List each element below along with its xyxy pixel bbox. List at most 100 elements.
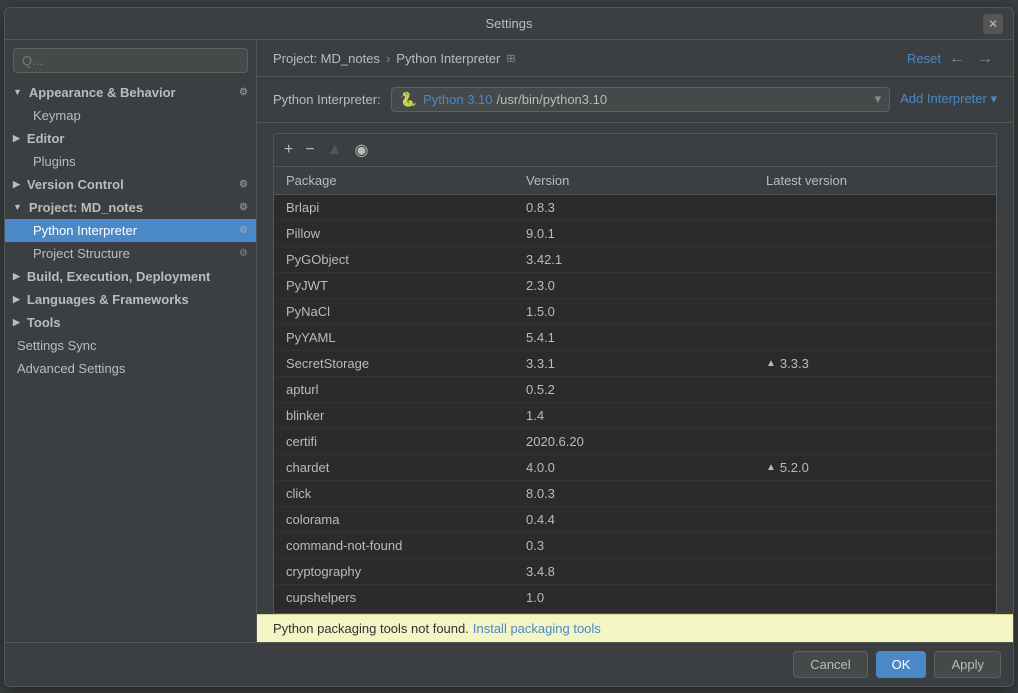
table-row[interactable]: dbus-python1.2.18▲ 1.3.2: [274, 611, 996, 613]
cell-latest: ▲ 5.2.0: [762, 457, 988, 478]
cell-version: 3.4.8: [522, 561, 762, 582]
cell-version: 4.0.0: [522, 457, 762, 478]
sidebar-item-plugins[interactable]: Plugins: [5, 150, 256, 173]
chevron-right-icon: ▶: [13, 179, 20, 190]
install-packaging-link[interactable]: Install packaging tools: [473, 621, 601, 636]
table-row[interactable]: PyNaCl1.5.0: [274, 299, 996, 325]
forward-button[interactable]: →: [973, 50, 997, 68]
apply-button[interactable]: Apply: [934, 651, 1001, 678]
main-panel: Project: MD_notes › Python Interpreter ⊞…: [257, 40, 1013, 642]
cell-version: 1.0: [522, 587, 762, 608]
cell-package: PyGObject: [282, 249, 522, 270]
sidebar-item-label: Languages & Frameworks: [27, 292, 189, 307]
dropdown-arrow-icon: ▾: [875, 91, 882, 107]
sidebar-item-settings-sync[interactable]: Settings Sync: [5, 334, 256, 357]
cell-package: blinker: [282, 405, 522, 426]
cell-version: 0.5.2: [522, 379, 762, 400]
ok-button[interactable]: OK: [876, 651, 927, 678]
search-input[interactable]: [13, 48, 248, 73]
table-row[interactable]: command-not-found0.3: [274, 533, 996, 559]
settings-icon: ⚙: [239, 225, 248, 236]
remove-package-button[interactable]: −: [301, 139, 318, 161]
table-row[interactable]: blinker1.4: [274, 403, 996, 429]
eye-button[interactable]: ◉: [351, 138, 373, 162]
cell-package: certifi: [282, 431, 522, 452]
cell-version: 2020.6.20: [522, 431, 762, 452]
reset-button[interactable]: Reset: [907, 51, 941, 66]
interpreter-select[interactable]: 🐍 Python 3.10 /usr/bin/python3.10 ▾: [391, 87, 890, 112]
sidebar-item-tools[interactable]: ▶ Tools: [5, 311, 256, 334]
chevron-down-icon: ▼: [13, 87, 22, 97]
table-body: Brlapi0.8.3Pillow9.0.1PyGObject3.42.1PyJ…: [274, 195, 996, 613]
package-table-area: + − ▲ ◉ Package Version Latest version B…: [273, 133, 997, 614]
cell-latest: [762, 223, 988, 244]
cell-package: PyYAML: [282, 327, 522, 348]
status-bar: Python packaging tools not found. Instal…: [257, 614, 1013, 642]
sidebar: ▼ Appearance & Behavior ⚙ Keymap ▶ Edito…: [5, 40, 257, 642]
nav-buttons: Reset ← →: [907, 50, 997, 68]
table-row[interactable]: apturl0.5.2: [274, 377, 996, 403]
cell-package: SecretStorage: [282, 353, 522, 374]
cell-package: Pillow: [282, 223, 522, 244]
col-package: Package: [282, 171, 522, 190]
add-package-button[interactable]: +: [280, 139, 297, 161]
cell-package: chardet: [282, 457, 522, 478]
sidebar-item-label: Tools: [27, 315, 61, 330]
table-row[interactable]: cupshelpers1.0: [274, 585, 996, 611]
sidebar-item-build[interactable]: ▶ Build, Execution, Deployment: [5, 265, 256, 288]
cell-version: 2.3.0: [522, 275, 762, 296]
pin-icon: ⊞: [506, 52, 515, 65]
table-row[interactable]: SecretStorage3.3.1▲ 3.3.3: [274, 351, 996, 377]
sidebar-item-appearance[interactable]: ▼ Appearance & Behavior ⚙: [5, 81, 256, 104]
interpreter-path: /usr/bin/python3.10: [497, 92, 608, 107]
table-row[interactable]: certifi2020.6.20: [274, 429, 996, 455]
table-row[interactable]: chardet4.0.0▲ 5.2.0: [274, 455, 996, 481]
cancel-button[interactable]: Cancel: [793, 651, 867, 678]
cell-package: cryptography: [282, 561, 522, 582]
back-button[interactable]: ←: [945, 50, 969, 68]
sidebar-item-languages[interactable]: ▶ Languages & Frameworks: [5, 288, 256, 311]
cell-package: colorama: [282, 509, 522, 530]
sidebar-item-label: Project Structure: [33, 246, 130, 261]
cell-version: 5.4.1: [522, 327, 762, 348]
table-row[interactable]: PyJWT2.3.0: [274, 273, 996, 299]
table-row[interactable]: PyGObject3.42.1: [274, 247, 996, 273]
up-package-button[interactable]: ▲: [323, 139, 347, 161]
cell-latest: [762, 197, 988, 218]
table-row[interactable]: PyYAML5.4.1: [274, 325, 996, 351]
table-row[interactable]: Brlapi0.8.3: [274, 195, 996, 221]
chevron-right-icon: ▶: [13, 271, 20, 282]
table-row[interactable]: colorama0.4.4: [274, 507, 996, 533]
table-header: Package Version Latest version: [274, 167, 996, 195]
sidebar-item-editor[interactable]: ▶ Editor: [5, 127, 256, 150]
breadcrumb: Project: MD_notes › Python Interpreter ⊞…: [257, 40, 1013, 77]
settings-icon: ⚙: [239, 202, 248, 213]
cell-package: apturl: [282, 379, 522, 400]
col-latest: Latest version: [762, 171, 988, 190]
title-bar: Settings ✕: [5, 8, 1013, 40]
cell-version: 9.0.1: [522, 223, 762, 244]
breadcrumb-parent: Project: MD_notes: [273, 51, 380, 66]
chevron-down-icon: ▼: [13, 202, 22, 212]
sidebar-item-label: Version Control: [27, 177, 124, 192]
close-button[interactable]: ✕: [983, 14, 1003, 34]
table-row[interactable]: Pillow9.0.1: [274, 221, 996, 247]
sidebar-item-label: Settings Sync: [17, 338, 97, 353]
cell-latest: [762, 249, 988, 270]
breadcrumb-separator: ›: [386, 51, 390, 66]
sidebar-item-version-control[interactable]: ▶ Version Control ⚙: [5, 173, 256, 196]
cell-package: PyNaCl: [282, 301, 522, 322]
table-row[interactable]: click8.0.3: [274, 481, 996, 507]
sidebar-item-python-interpreter[interactable]: Python Interpreter ⚙: [5, 219, 256, 242]
cell-latest: [762, 561, 988, 582]
sidebar-item-advanced-settings[interactable]: Advanced Settings: [5, 357, 256, 380]
sidebar-item-project-structure[interactable]: Project Structure ⚙: [5, 242, 256, 265]
cell-version: 1.5.0: [522, 301, 762, 322]
sidebar-item-project[interactable]: ▼ Project: MD_notes ⚙: [5, 196, 256, 219]
table-row[interactable]: cryptography3.4.8: [274, 559, 996, 585]
chevron-right-icon: ▶: [13, 133, 20, 144]
add-interpreter-button[interactable]: Add Interpreter ▾: [900, 91, 997, 107]
cell-version: 3.3.1: [522, 353, 762, 374]
cell-latest: [762, 405, 988, 426]
sidebar-item-keymap[interactable]: Keymap: [5, 104, 256, 127]
